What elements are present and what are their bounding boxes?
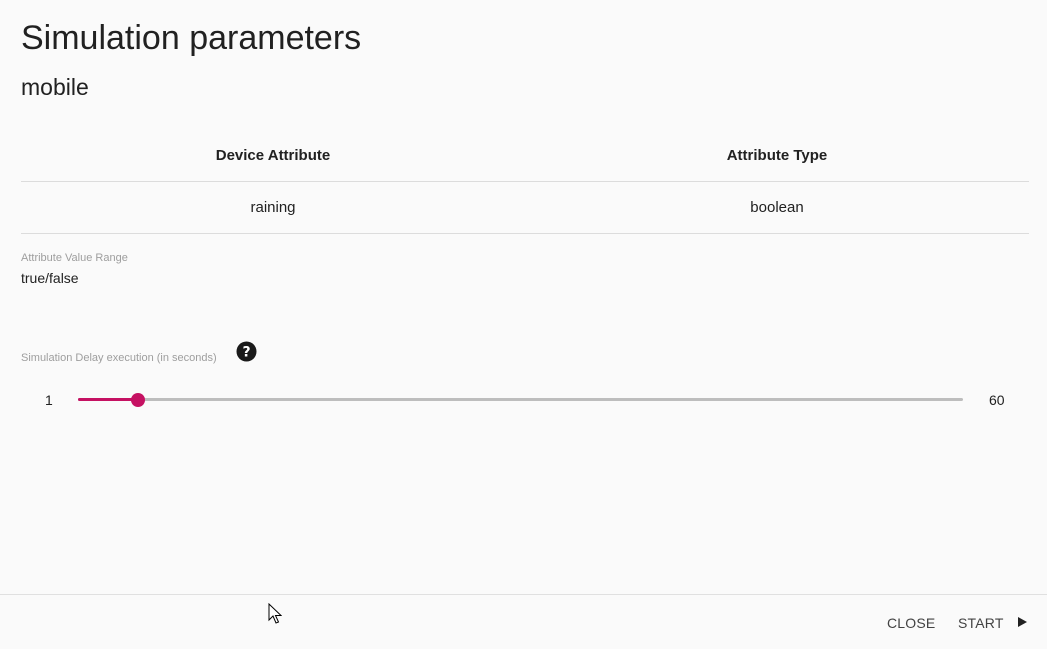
mouse-cursor-icon bbox=[268, 603, 282, 624]
dialog-footer: CLOSE START bbox=[0, 594, 1047, 649]
delay-slider[interactable] bbox=[78, 390, 963, 410]
value-range-value: true/false bbox=[21, 270, 79, 286]
attributes-table: Device Attribute Attribute Type raining … bbox=[21, 130, 1029, 234]
svg-text:?: ? bbox=[242, 345, 250, 361]
question-circle-icon[interactable]: ? bbox=[236, 341, 257, 362]
cell-device-attribute: raining bbox=[21, 181, 525, 234]
slider-min-label: 1 bbox=[45, 392, 53, 408]
slider-max-label: 60 bbox=[989, 392, 1005, 408]
dialog-subtitle: mobile bbox=[21, 74, 89, 100]
slider-fill bbox=[78, 398, 138, 401]
table-row: raining boolean bbox=[21, 181, 1029, 234]
simulation-dialog: Simulation parameters mobile Device Attr… bbox=[0, 0, 1047, 649]
value-range-label: Attribute Value Range bbox=[21, 252, 128, 264]
column-header-device-attribute: Device Attribute bbox=[21, 130, 525, 182]
delay-label: Simulation Delay execution (in seconds) bbox=[21, 352, 217, 364]
slider-track[interactable] bbox=[78, 398, 963, 401]
slider-thumb[interactable] bbox=[131, 393, 145, 407]
close-button[interactable]: CLOSE bbox=[887, 611, 935, 635]
column-header-attribute-type: Attribute Type bbox=[525, 130, 1029, 182]
start-button[interactable]: START bbox=[958, 611, 1004, 635]
cell-attribute-type: boolean bbox=[525, 181, 1029, 234]
play-icon[interactable] bbox=[1018, 617, 1027, 627]
table-header-row: Device Attribute Attribute Type bbox=[21, 130, 1029, 182]
dialog-title: Simulation parameters bbox=[21, 19, 362, 57]
